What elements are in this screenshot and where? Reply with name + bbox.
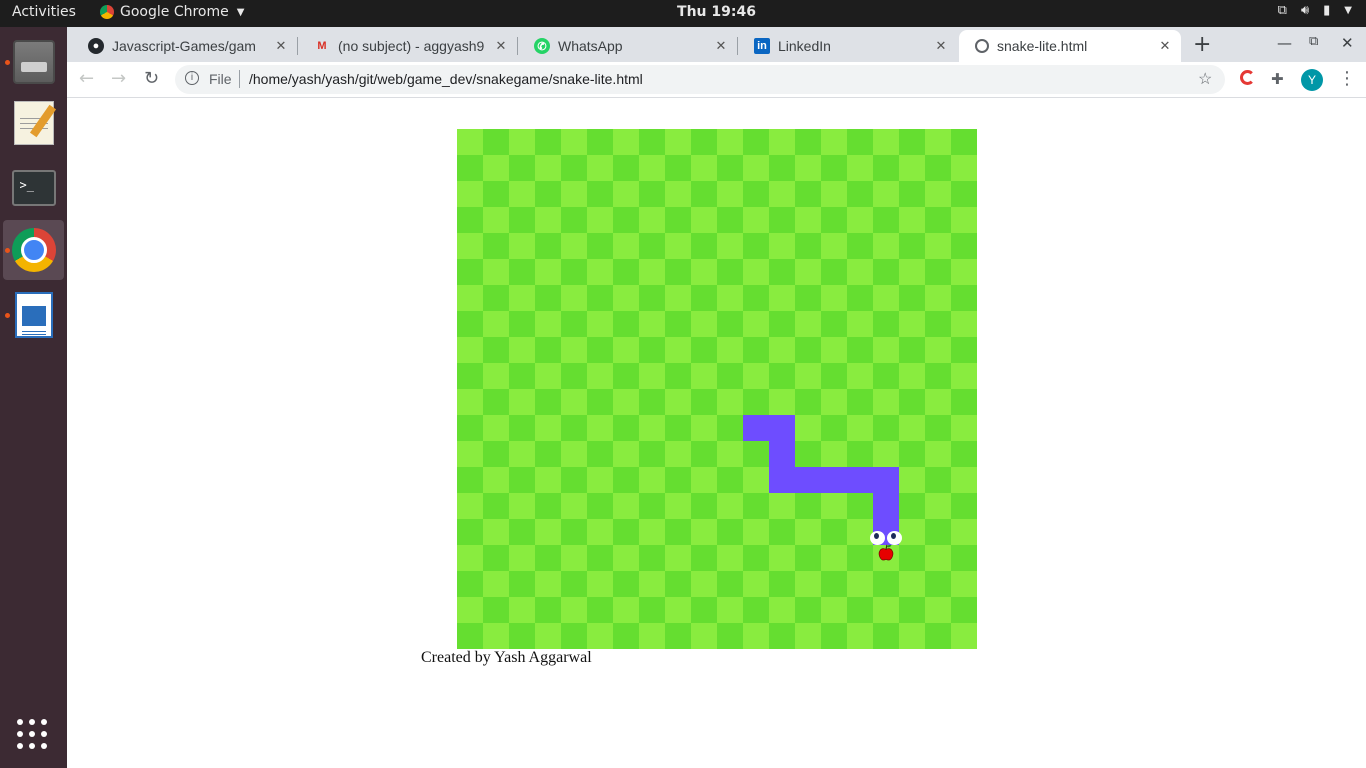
snake-right-eye xyxy=(887,531,902,545)
battery-icon[interactable]: ▮ xyxy=(1323,3,1330,18)
kebab-menu-icon[interactable]: ⋮ xyxy=(1338,68,1356,89)
globe-icon xyxy=(975,39,989,53)
close-icon[interactable]: ✕ xyxy=(491,38,511,54)
snake-segment xyxy=(795,467,821,493)
reload-icon[interactable]: ↻ xyxy=(144,68,159,89)
snake-segment xyxy=(873,493,899,519)
tab-javascript-games[interactable]: ● Javascript-Games/gam ✕ xyxy=(72,30,297,62)
snake-segment xyxy=(873,467,899,493)
close-icon[interactable]: ✕ xyxy=(271,38,291,54)
gmail-icon: M xyxy=(317,40,327,52)
volume-icon[interactable]: 🔊︎ xyxy=(1301,3,1309,18)
snake-segment xyxy=(821,467,847,493)
bookmark-star-icon[interactable]: ☆ xyxy=(1198,69,1212,89)
address-bar[interactable]: i File /home/yash/yash/git/web/game_dev/… xyxy=(175,65,1225,94)
show-applications-icon[interactable] xyxy=(17,719,49,751)
site-info-icon[interactable]: i xyxy=(185,71,199,85)
tab-strip: ● Javascript-Games/gam ✕ M (no subject) … xyxy=(67,27,1366,62)
dock-chrome[interactable] xyxy=(3,220,64,280)
chrome-icon xyxy=(11,228,56,272)
running-indicator xyxy=(5,248,10,253)
running-indicator xyxy=(5,60,10,65)
tab-title: WhatsApp xyxy=(558,38,623,54)
url-divider xyxy=(239,70,240,88)
close-icon[interactable]: ✕ xyxy=(931,38,951,54)
dock-text-editor[interactable] xyxy=(3,93,64,153)
tab-whatsapp[interactable]: ✆ WhatsApp ✕ xyxy=(518,30,737,62)
url-scheme: File xyxy=(209,71,232,87)
terminal-icon: >_ xyxy=(11,170,56,206)
profile-avatar[interactable]: Y xyxy=(1301,69,1323,91)
restore-icon[interactable]: ⧉ xyxy=(1309,34,1318,49)
files-icon xyxy=(12,40,55,84)
dock-libreoffice-writer[interactable] xyxy=(3,285,64,345)
grammarly-extension-icon[interactable] xyxy=(1240,70,1255,85)
running-indicator xyxy=(5,313,10,318)
url-text[interactable]: /home/yash/yash/git/web/game_dev/snakega… xyxy=(249,71,643,87)
back-icon[interactable]: ← xyxy=(79,68,94,89)
linkedin-icon: in xyxy=(754,38,770,54)
dock: >_ xyxy=(0,27,67,768)
tab-title: LinkedIn xyxy=(778,38,831,54)
forward-icon[interactable]: → xyxy=(111,68,126,89)
snake-segment xyxy=(769,467,795,493)
writer-icon xyxy=(14,292,53,338)
browser-toolbar: ← → ↻ i File /home/yash/yash/git/web/gam… xyxy=(67,62,1366,98)
text-editor-icon xyxy=(13,101,54,145)
tab-linkedin[interactable]: in LinkedIn ✕ xyxy=(738,30,957,62)
close-icon[interactable]: ✕ xyxy=(1155,38,1175,54)
snake-segment xyxy=(847,467,873,493)
tab-title: Javascript-Games/gam xyxy=(112,38,256,54)
apple-food-icon xyxy=(878,544,894,561)
new-tab-button[interactable]: + xyxy=(1193,32,1211,57)
whatsapp-icon: ✆ xyxy=(534,38,550,54)
snake-left-eye xyxy=(870,531,885,545)
credit-text: Created by Yash Aggarwal xyxy=(421,649,592,666)
dock-terminal[interactable]: >_ xyxy=(3,158,64,218)
close-icon[interactable]: ✕ xyxy=(711,38,731,54)
close-window-icon[interactable]: ✕ xyxy=(1341,34,1354,52)
snake-segment xyxy=(743,415,769,441)
tab-snake-lite[interactable]: snake-lite.html ✕ xyxy=(959,30,1181,62)
clock[interactable]: Thu 19:46 xyxy=(0,4,1366,20)
system-tray[interactable]: ⧉ 🔊︎ ▮ ▼ xyxy=(1278,3,1352,18)
snake-segment xyxy=(769,415,795,441)
snake-segment xyxy=(769,441,795,467)
github-icon: ● xyxy=(88,38,104,54)
system-top-bar: Activities Google Chrome ▼ Thu 19:46 ⧉ 🔊… xyxy=(0,0,1366,27)
tab-title: (no subject) - aggyash9 xyxy=(338,38,485,54)
tab-gmail[interactable]: M (no subject) - aggyash9 ✕ xyxy=(298,30,517,62)
tab-title: snake-lite.html xyxy=(997,38,1088,54)
game-board[interactable] xyxy=(457,129,977,649)
minimize-icon[interactable]: — xyxy=(1277,34,1292,52)
extensions-puzzle-icon[interactable]: ✚ xyxy=(1271,70,1284,88)
dock-files[interactable] xyxy=(3,32,64,92)
network-icon[interactable]: ⧉ xyxy=(1278,3,1287,18)
chevron-down-icon[interactable]: ▼ xyxy=(1344,5,1352,16)
